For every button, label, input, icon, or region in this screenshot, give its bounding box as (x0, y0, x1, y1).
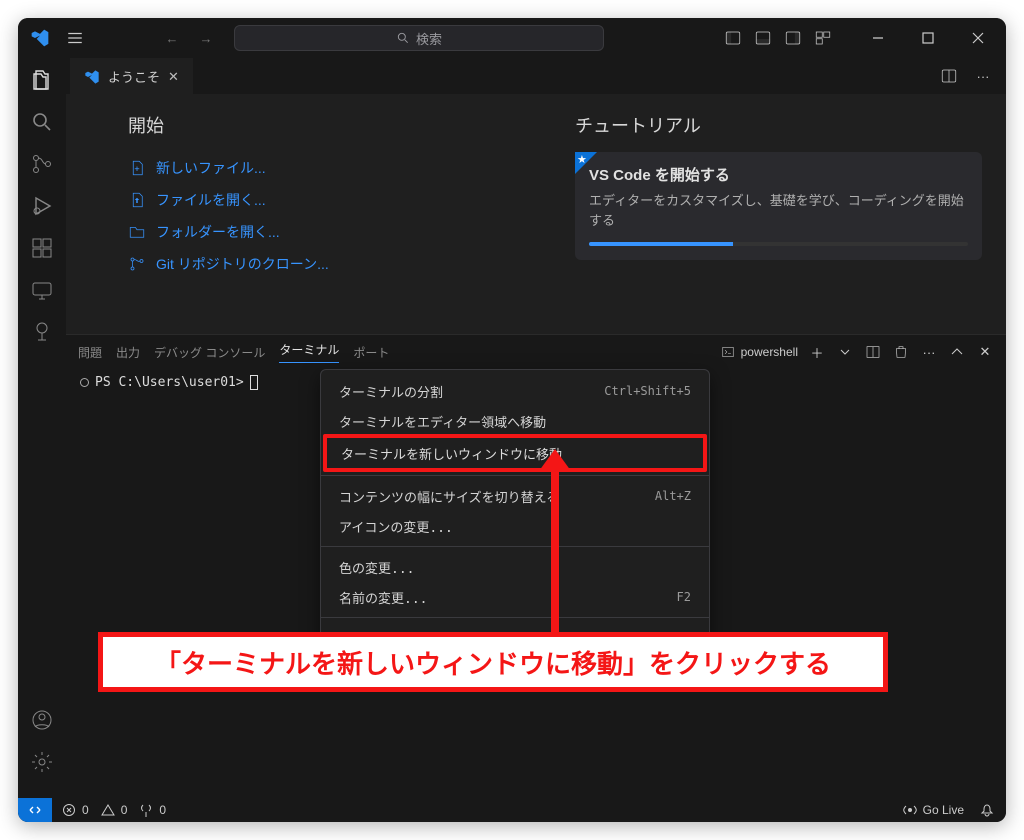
open-file-icon (128, 191, 146, 209)
annotation-text: 「ターミナルを新しいウィンドウに移動」をクリックする (155, 644, 831, 681)
remote-indicator[interactable] (18, 798, 52, 822)
close-button[interactable] (956, 18, 1000, 58)
tab-port[interactable]: ポート (353, 344, 389, 361)
tab-terminal[interactable]: ターミナル (279, 341, 339, 363)
terminal-shell-chip[interactable]: powershell (721, 345, 798, 359)
folder-icon (128, 223, 146, 241)
clone-repo-link[interactable]: Git リポジトリのクローン... (128, 248, 535, 280)
close-panel-icon[interactable]: ✕ (976, 343, 994, 361)
progress-bar (589, 242, 968, 246)
nav-back-icon[interactable]: ← (158, 31, 186, 46)
git-branch-icon (128, 255, 146, 273)
status-bar: 0 0 0 Go Live (18, 798, 1006, 822)
tab-label: ようこそ (108, 67, 160, 86)
tab-welcome[interactable]: ようこそ ✕ (70, 58, 193, 94)
panel-header: 問題 出力 デバッグ コンソール ターミナル ポート powershell ＋ (66, 335, 1006, 369)
source-control-icon[interactable] (28, 150, 56, 178)
explorer-icon[interactable] (28, 66, 56, 94)
radio-tower-icon (139, 803, 153, 817)
close-icon[interactable]: ✕ (168, 69, 179, 85)
ctx-rename[interactable]: 名前の変更... F2 (321, 582, 709, 612)
bottom-panel: 問題 出力 デバッグ コンソール ターミナル ポート powershell ＋ (66, 334, 1006, 798)
open-folder-link[interactable]: フォルダーを開く... (128, 216, 535, 248)
title-bar: ← → 検索 (18, 18, 1006, 58)
more-icon[interactable]: ··· (972, 65, 994, 87)
remote-explorer-icon[interactable] (28, 276, 56, 304)
plant-icon[interactable] (28, 318, 56, 346)
welcome-page: 開始 新しいファイル... ファイルを開く... フォルダーを開く... (66, 94, 1006, 334)
terminal-context-menu: ターミナルの分割 Ctrl+Shift+5 ターミナルをエディター領域へ移動 タ… (320, 369, 710, 660)
accounts-icon[interactable] (28, 706, 56, 734)
card-title: VS Code を開始する (589, 164, 968, 185)
terminal-body[interactable]: PS C:\Users\user01> ターミナルの分割 Ctrl+Shift+… (66, 369, 1006, 798)
new-file-icon (128, 159, 146, 177)
layout-panel-icon[interactable] (752, 27, 774, 49)
tab-debug[interactable]: デバッグ コンソール (154, 344, 265, 361)
cursor-icon (250, 375, 258, 390)
command-center[interactable]: 検索 (234, 25, 604, 51)
ports-count[interactable]: 0 (139, 803, 166, 817)
menu-icon[interactable] (64, 27, 86, 49)
new-terminal-icon[interactable]: ＋ (808, 343, 826, 361)
vscode-logo-icon (84, 69, 100, 85)
extensions-icon[interactable] (28, 234, 56, 262)
annotation-callout: 「ターミナルを新しいウィンドウに移動」をクリックする (98, 632, 888, 692)
maximize-button[interactable] (906, 18, 950, 58)
terminal-icon (721, 345, 735, 359)
tutorial-heading: チュートリアル (575, 112, 982, 138)
error-icon (62, 803, 76, 817)
star-badge-icon: ★ (575, 152, 597, 174)
open-file-link[interactable]: ファイルを開く... (128, 184, 535, 216)
ctx-move-terminal-editor[interactable]: ターミナルをエディター領域へ移動 (321, 406, 709, 436)
layout-sidebar-right-icon[interactable] (782, 27, 804, 49)
warning-icon (101, 803, 115, 817)
separator (321, 475, 709, 476)
minimize-button[interactable] (856, 18, 900, 58)
split-editor-icon[interactable] (938, 65, 960, 87)
warnings-count[interactable]: 0 (101, 803, 128, 817)
activity-bar (18, 58, 66, 798)
bell-icon[interactable] (978, 801, 996, 819)
broadcast-icon (903, 803, 917, 817)
errors-count[interactable]: 0 (62, 803, 89, 817)
ctx-change-color[interactable]: 色の変更... (321, 552, 709, 582)
tab-bar: ようこそ ✕ ··· (66, 58, 1006, 94)
tutorial-card[interactable]: ★ VS Code を開始する エディターをカスタマイズし、基礎を学び、コーディ… (575, 152, 982, 260)
new-file-link[interactable]: 新しいファイル... (128, 152, 535, 184)
run-debug-icon[interactable] (28, 192, 56, 220)
vscode-window: ← → 検索 (18, 18, 1006, 822)
status-dot-icon (80, 378, 89, 387)
settings-gear-icon[interactable] (28, 748, 56, 776)
card-description: エディターをカスタマイズし、基礎を学び、コーディングを開始する (589, 191, 968, 230)
tab-problems[interactable]: 問題 (78, 344, 102, 361)
vscode-logo-icon (30, 28, 50, 48)
kill-terminal-icon[interactable] (892, 343, 910, 361)
separator (321, 617, 709, 618)
customize-layout-icon[interactable] (812, 27, 834, 49)
layout-sidebar-left-icon[interactable] (722, 27, 744, 49)
tab-output[interactable]: 出力 (116, 344, 140, 361)
ctx-change-icon[interactable]: アイコンの変更... (321, 511, 709, 541)
ctx-toggle-size-content[interactable]: コンテンツの幅にサイズを切り替える Alt+Z (321, 481, 709, 511)
nav-forward-icon[interactable]: → (192, 31, 220, 46)
prompt-text: PS C:\Users\user01> (95, 375, 244, 390)
start-heading: 開始 (128, 112, 535, 138)
maximize-panel-icon[interactable] (948, 343, 966, 361)
search-icon (396, 31, 410, 45)
search-placeholder: 検索 (416, 29, 442, 48)
ctx-move-terminal-new-window[interactable]: ターミナルを新しいウィンドウに移動 (323, 434, 707, 472)
chevron-down-icon[interactable] (836, 343, 854, 361)
more-icon[interactable]: ··· (920, 343, 938, 361)
separator (321, 546, 709, 547)
go-live-button[interactable]: Go Live (903, 803, 964, 817)
split-terminal-icon[interactable] (864, 343, 882, 361)
ctx-split-terminal[interactable]: ターミナルの分割 Ctrl+Shift+5 (321, 376, 709, 406)
search-icon[interactable] (28, 108, 56, 136)
